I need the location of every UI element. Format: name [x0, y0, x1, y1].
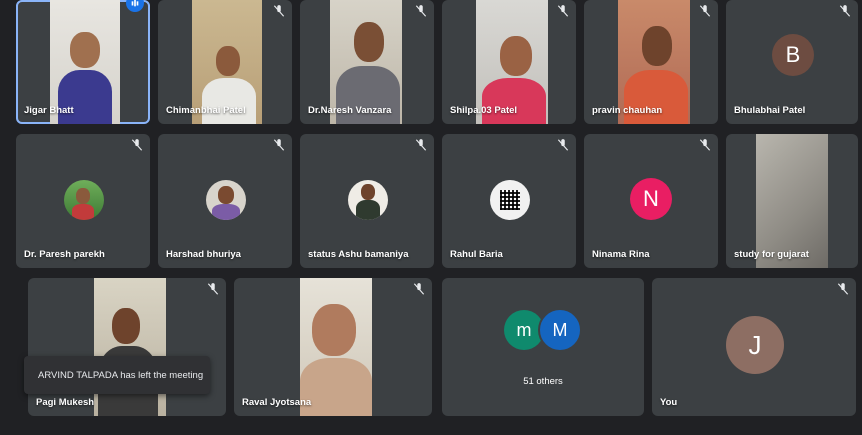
mic-off-icon	[130, 138, 144, 152]
participant-tile-chimanbhai-patel[interactable]: Chimanbhai Patel	[158, 0, 292, 124]
meeting-grid: Jigar Bhatt Chimanbhai Patel Dr.Naresh V…	[4, 0, 858, 435]
participant-tile-raval-jyotsana[interactable]: Raval Jyotsana	[234, 278, 432, 416]
participant-video	[756, 134, 828, 268]
participant-name: Bhulabhai Patel	[734, 105, 806, 116]
avatar-initial: B	[785, 42, 801, 67]
participant-name: Dr. Paresh parekh	[24, 249, 105, 260]
avatar	[206, 180, 246, 220]
participant-tile-bhulabhai-patel[interactable]: B Bhulabhai Patel	[726, 0, 858, 124]
participant-name: You	[660, 397, 678, 408]
avatar: J	[726, 316, 784, 374]
participant-tile-jigar-bhatt[interactable]: Jigar Bhatt	[16, 0, 150, 124]
mic-off-icon	[272, 4, 286, 18]
participant-name: Shilpa.03 Patel	[450, 105, 518, 116]
others-tile[interactable]: m M 51 others	[442, 278, 644, 416]
participant-tile-shilpa-patel[interactable]: Shilpa.03 Patel	[442, 0, 576, 124]
mic-off-icon	[836, 282, 850, 296]
participant-tile-paresh-parekh[interactable]: Dr. Paresh parekh	[16, 134, 150, 268]
participant-tile-study-for-gujarat[interactable]: study for gujarat	[726, 134, 858, 268]
mic-off-icon	[414, 4, 428, 18]
participant-tile-ashu-bamaniya[interactable]: status Ashu bamaniya	[300, 134, 434, 268]
participant-name: pravin chauhan	[592, 105, 663, 116]
participant-tile-naresh-vanzara[interactable]: Dr.Naresh Vanzara	[300, 0, 434, 124]
participant-video	[94, 278, 166, 416]
participant-name: status Ashu bamaniya	[308, 249, 409, 260]
avatar: N	[630, 178, 672, 220]
notification-toast: ARVIND TALPADA has left the meeting	[24, 356, 210, 394]
avatar	[348, 180, 388, 220]
avatar-initial: M	[552, 319, 568, 340]
speaking-indicator-icon	[126, 0, 144, 12]
participant-name: Jigar Bhatt	[24, 105, 74, 116]
mic-off-icon	[698, 138, 712, 152]
avatar-initial: m	[516, 319, 532, 340]
participant-tile-harshad-bhuriya[interactable]: Harshad bhuriya	[158, 134, 292, 268]
participant-name: Raval Jyotsana	[242, 397, 312, 408]
mic-off-icon	[272, 138, 286, 152]
others-count: 51 others	[523, 376, 563, 387]
avatar-initial: N	[643, 186, 659, 211]
participant-tile-rahul-baria[interactable]: Rahul Baria	[442, 134, 576, 268]
mic-off-icon	[556, 4, 570, 18]
qr-code-icon	[500, 190, 520, 210]
mic-off-icon	[412, 282, 426, 296]
others-avatar: M	[538, 308, 582, 352]
participant-tile-pagi-mukesh[interactable]: Pagi Mukesh	[28, 278, 226, 416]
participant-video	[300, 278, 372, 416]
participant-tile-you[interactable]: J You	[652, 278, 856, 416]
mic-off-icon	[838, 4, 852, 18]
participant-name: Dr.Naresh Vanzara	[308, 105, 392, 116]
participant-tile-ninama-rina[interactable]: N Ninama Rina	[584, 134, 718, 268]
mic-off-icon	[414, 138, 428, 152]
participant-name: Rahul Baria	[450, 249, 503, 260]
participant-name: Ninama Rina	[592, 249, 650, 260]
mic-off-icon	[698, 4, 712, 18]
participant-name: Harshad bhuriya	[166, 249, 241, 260]
mic-off-icon	[556, 138, 570, 152]
avatar: B	[772, 34, 814, 76]
avatar	[490, 180, 530, 220]
participant-tile-pravin-chauhan[interactable]: pravin chauhan	[584, 0, 718, 124]
mic-off-icon	[206, 282, 220, 296]
participant-name: Pagi Mukesh	[36, 397, 95, 408]
avatar	[64, 180, 104, 220]
participant-name: Chimanbhai Patel	[166, 105, 246, 116]
avatar-initial: J	[748, 329, 762, 360]
participant-name: study for gujarat	[734, 249, 809, 260]
toast-text: ARVIND TALPADA has left the meeting	[38, 369, 204, 381]
